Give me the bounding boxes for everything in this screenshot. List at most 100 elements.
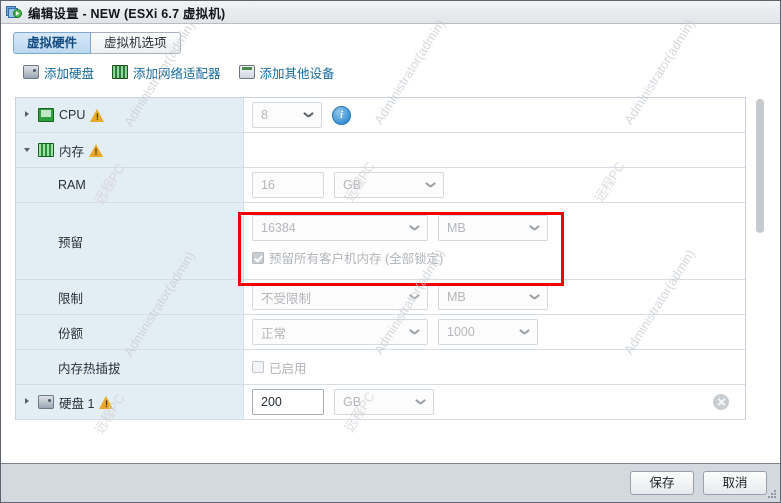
hard-disk-unit-select[interactable]: GB <box>334 389 434 415</box>
chevron-down-icon <box>410 225 419 230</box>
virtual-machine-icon <box>6 5 22 20</box>
row-value-memory <box>244 133 745 167</box>
device-toolbar: 添加硬盘 添加网络适配器 添加其他设备 <box>1 61 780 83</box>
reservation-label: 预留 <box>58 235 84 250</box>
info-icon[interactable] <box>332 105 351 125</box>
other-device-icon <box>238 65 255 79</box>
limit-value: 不受限制 <box>261 291 312 306</box>
chevron-down-icon <box>426 182 435 187</box>
row-label-reservation: 预留 <box>16 203 244 279</box>
memory-icon <box>38 143 54 157</box>
warning-icon <box>99 395 114 409</box>
row-value-shares: 正常 1000 <box>244 315 745 349</box>
window-title: 编辑设置 - NEW (ESXi 6.7 虚拟机) <box>28 6 226 21</box>
tab-vm-options-label: 虚拟机选项 <box>104 36 167 50</box>
warning-icon <box>89 143 104 157</box>
device-table: CPU 8 内存 <box>15 97 746 420</box>
title-bar: 编辑设置 - NEW (ESXi 6.7 虚拟机) <box>1 1 780 24</box>
chevron-down-icon <box>520 329 529 334</box>
row-value-cpu: 8 <box>244 98 745 132</box>
cpu-count-value: 8 <box>261 108 268 122</box>
table-row: 份额 正常 1000 <box>16 315 745 350</box>
chevron-right-icon[interactable] <box>24 110 33 120</box>
cpu-icon <box>38 108 54 122</box>
table-row: 硬盘 1 200 GB <box>16 385 745 420</box>
add-network-adapter-label: 添加网络适配器 <box>133 66 221 81</box>
memory-hotplug-checkbox-row[interactable]: 已启用 <box>252 358 307 377</box>
limit-value-select[interactable]: 不受限制 <box>252 284 428 310</box>
row-label-limit: 限制 <box>16 280 244 314</box>
shares-amount-value: 1000 <box>447 325 475 339</box>
ram-size-input[interactable]: 16 <box>252 172 324 198</box>
shares-level-value: 正常 <box>261 326 287 341</box>
memory-hotplug-enabled-label: 已启用 <box>269 361 307 376</box>
cpu-label: CPU <box>59 108 86 122</box>
table-row: 预留 16384 MB 预留所有客户机内存 (全部锁定) <box>16 203 745 280</box>
hard-disk-icon <box>23 65 39 79</box>
device-table-wrapper: CPU 8 内存 <box>15 97 767 455</box>
memory-label: 内存 <box>59 144 85 159</box>
cancel-button[interactable]: 取消 <box>703 471 767 495</box>
chevron-down-icon <box>410 294 419 299</box>
table-row: 内存热插拔 已启用 <box>16 350 745 385</box>
table-row: 限制 不受限制 MB <box>16 280 745 315</box>
reserve-all-memory-checkbox[interactable] <box>252 251 264 264</box>
add-other-device-label: 添加其他设备 <box>259 66 335 81</box>
shares-level-select[interactable]: 正常 <box>252 319 428 345</box>
limit-unit-select[interactable]: MB <box>438 284 548 310</box>
resize-grip[interactable] <box>768 490 777 499</box>
ram-unit-select[interactable]: GB <box>334 172 444 198</box>
hard-disk-size-value: 200 <box>261 395 282 409</box>
vertical-scrollbar-thumb[interactable] <box>756 99 764 233</box>
tab-virtual-hardware[interactable]: 虚拟硬件 <box>13 32 92 54</box>
reservation-unit-value: MB <box>447 221 466 235</box>
row-value-memory-hotplug: 已启用 <box>244 350 745 384</box>
shares-label: 份额 <box>58 326 84 341</box>
limit-label: 限制 <box>58 291 84 306</box>
add-other-device-button[interactable]: 添加其他设备 <box>238 63 335 82</box>
reserve-all-memory-checkbox-row[interactable]: 预留所有客户机内存 (全部锁定) <box>252 248 443 267</box>
add-hard-disk-button[interactable]: 添加硬盘 <box>23 63 94 82</box>
dialog-footer: 保存 取消 <box>1 463 780 502</box>
chevron-down-icon <box>416 399 425 404</box>
memory-hotplug-checkbox[interactable] <box>252 361 264 373</box>
chevron-down-icon <box>304 112 313 117</box>
chevron-right-icon[interactable] <box>24 397 33 407</box>
tab-strip: 虚拟硬件 虚拟机选项 <box>1 24 780 59</box>
row-label-shares: 份额 <box>16 315 244 349</box>
row-label-ram: RAM <box>16 168 244 202</box>
hard-disk-icon <box>38 395 54 409</box>
row-value-limit: 不受限制 MB <box>244 280 745 314</box>
row-label-memory-hotplug: 内存热插拔 <box>16 350 244 384</box>
tab-vm-options[interactable]: 虚拟机选项 <box>91 32 181 54</box>
reservation-size-select[interactable]: 16384 <box>252 215 428 241</box>
network-adapter-icon <box>112 65 129 79</box>
memory-hotplug-label: 内存热插拔 <box>58 361 121 376</box>
ram-size-value: 16 <box>261 178 275 192</box>
row-label-hard-disk-1[interactable]: 硬盘 1 <box>16 385 244 419</box>
hard-disk-1-label: 硬盘 1 <box>59 396 95 411</box>
row-label-memory[interactable]: 内存 <box>16 133 244 167</box>
chevron-down-icon <box>530 294 539 299</box>
row-value-reservation: 16384 MB 预留所有客户机内存 (全部锁定) <box>244 203 745 279</box>
chevron-down-icon <box>530 225 539 230</box>
ram-label: RAM <box>58 178 86 192</box>
shares-amount-select[interactable]: 1000 <box>438 319 538 345</box>
chevron-down-icon[interactable] <box>24 146 33 155</box>
hard-disk-unit-value: GB <box>343 395 362 409</box>
cpu-count-select[interactable]: 8 <box>252 102 322 128</box>
table-row: CPU 8 <box>16 98 745 133</box>
chevron-down-icon <box>410 329 419 334</box>
save-button[interactable]: 保存 <box>630 471 694 495</box>
vertical-scrollbar[interactable] <box>753 97 767 455</box>
row-value-hard-disk-1: 200 GB <box>244 385 745 419</box>
reserve-all-memory-label: 预留所有客户机内存 (全部锁定) <box>269 252 444 266</box>
add-network-adapter-button[interactable]: 添加网络适配器 <box>112 63 221 82</box>
reservation-size-value: 16384 <box>261 221 296 235</box>
reservation-unit-select[interactable]: MB <box>438 215 548 241</box>
edit-settings-window: 编辑设置 - NEW (ESXi 6.7 虚拟机) 虚拟硬件 虚拟机选项 添加硬… <box>0 0 781 503</box>
row-label-cpu[interactable]: CPU <box>16 98 244 132</box>
add-hard-disk-label: 添加硬盘 <box>44 66 95 81</box>
remove-icon[interactable] <box>713 394 729 410</box>
hard-disk-size-input[interactable]: 200 <box>252 389 324 415</box>
